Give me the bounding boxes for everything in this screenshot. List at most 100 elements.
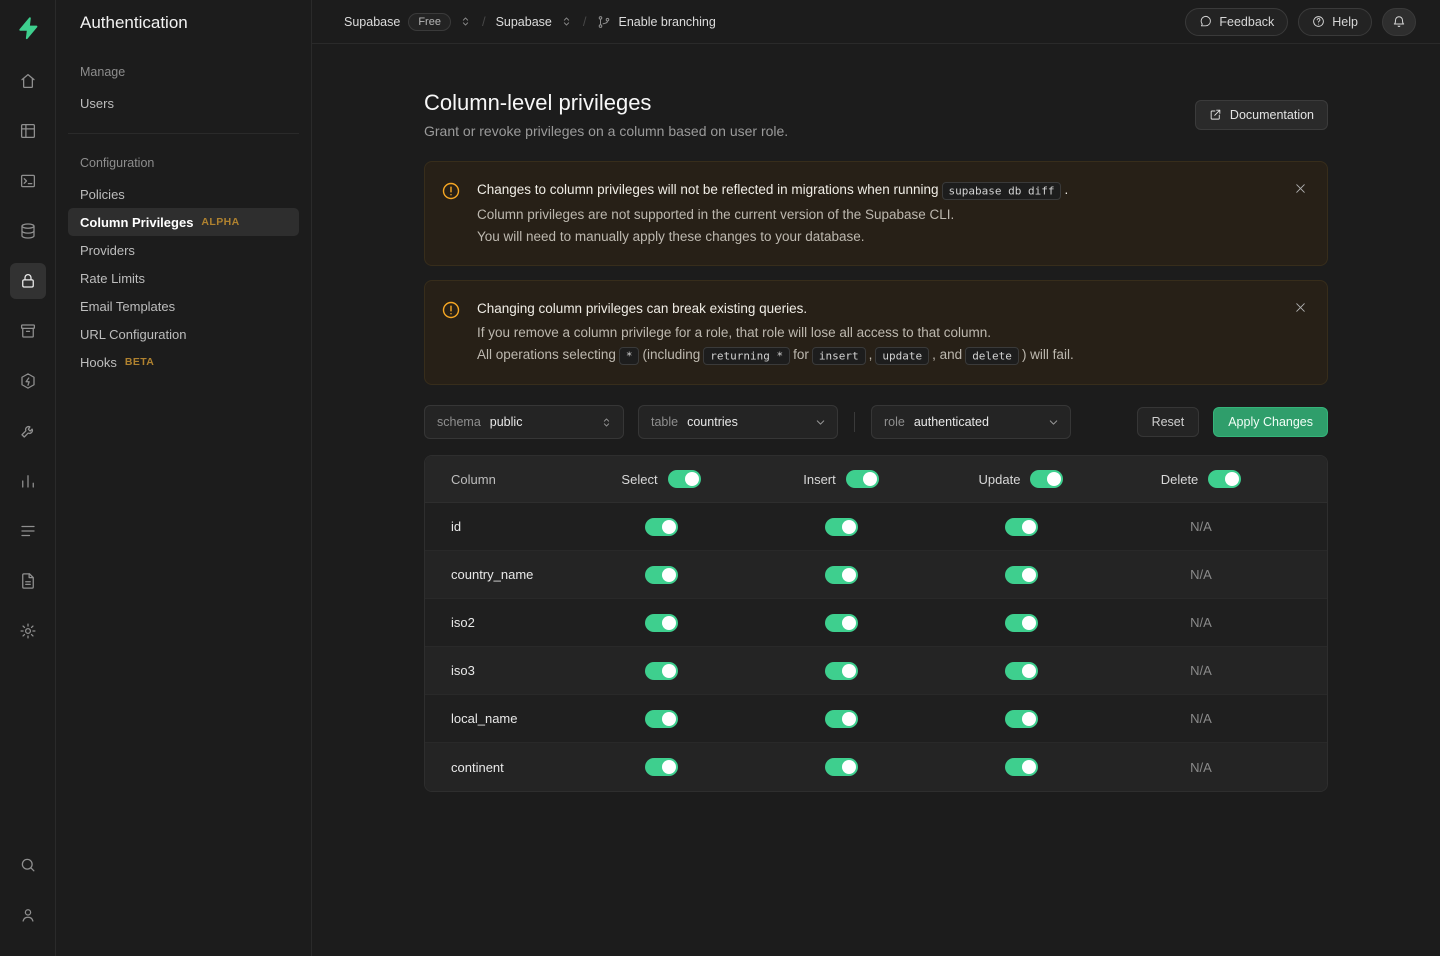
insert-cell: [751, 662, 931, 680]
feedback-button[interactable]: Feedback: [1185, 8, 1288, 36]
role-select[interactable]: role authenticated: [871, 405, 1071, 439]
table-row: country_name N/A: [425, 551, 1327, 599]
apply-changes-button[interactable]: Apply Changes: [1213, 407, 1328, 437]
sidebar-item-column-privileges[interactable]: Column PrivilegesALPHA: [68, 208, 299, 236]
close-banner-button[interactable]: [1287, 175, 1313, 201]
sidebar-item-label: Column Privileges: [80, 215, 193, 230]
sidebar-item-policies[interactable]: Policies: [68, 180, 299, 208]
update-header: Update: [931, 470, 1111, 488]
select-toggle[interactable]: [645, 518, 678, 536]
insert-cell: [751, 758, 931, 776]
insert-toggle[interactable]: [825, 518, 858, 536]
update-cell: [931, 614, 1111, 632]
insert-cell: [751, 566, 931, 584]
logs-icon[interactable]: [10, 513, 46, 549]
project-selector[interactable]: Supabase: [496, 15, 573, 29]
delete-all-toggle[interactable]: [1208, 470, 1241, 488]
banner-title: Changes to column privileges will not be…: [477, 179, 1068, 202]
sidebar-item-email-templates[interactable]: Email Templates: [68, 292, 299, 320]
update-cell: [931, 662, 1111, 680]
documentation-button[interactable]: Documentation: [1195, 100, 1328, 130]
api-docs-icon[interactable]: [10, 563, 46, 599]
table-editor-icon[interactable]: [10, 113, 46, 149]
sql-editor-icon[interactable]: [10, 163, 46, 199]
sidebar-item-label: URL Configuration: [80, 327, 186, 342]
org-selector[interactable]: Supabase Free: [344, 13, 472, 31]
table-select[interactable]: table countries: [638, 405, 838, 439]
alert-circle-icon: [441, 181, 461, 248]
insert-toggle[interactable]: [825, 662, 858, 680]
update-all-toggle[interactable]: [1030, 470, 1063, 488]
banner-line: You will need to manually apply these ch…: [477, 226, 1068, 248]
supabase-logo[interactable]: [10, 10, 46, 46]
reports-icon[interactable]: [10, 463, 46, 499]
search-icon[interactable]: [10, 847, 46, 883]
select-toggle[interactable]: [645, 614, 678, 632]
select-toggle[interactable]: [645, 566, 678, 584]
sidebar-item-label: Providers: [80, 243, 135, 258]
realtime-icon[interactable]: [10, 413, 46, 449]
na-label: N/A: [1190, 760, 1212, 775]
icon-rail: [0, 0, 56, 956]
edge-functions-icon[interactable]: [10, 363, 46, 399]
insert-all-toggle[interactable]: [846, 470, 879, 488]
update-header-label: Update: [979, 472, 1021, 487]
beta-badge: BETA: [125, 356, 154, 368]
insert-toggle[interactable]: [825, 614, 858, 632]
code-chip: insert: [812, 347, 866, 365]
storage-icon[interactable]: [10, 313, 46, 349]
select-cell: [571, 710, 751, 728]
user-icon[interactable]: [10, 897, 46, 933]
notifications-button[interactable]: [1382, 8, 1416, 36]
select-toggle[interactable]: [645, 710, 678, 728]
authentication-icon[interactable]: [10, 263, 46, 299]
settings-icon[interactable]: [10, 613, 46, 649]
select-toggle[interactable]: [645, 662, 678, 680]
sidebar-item-rate-limits[interactable]: Rate Limits: [68, 264, 299, 292]
update-toggle[interactable]: [1005, 662, 1038, 680]
help-circle-icon: [1312, 15, 1325, 28]
page-content: Column-level privileges Grant or revoke …: [424, 44, 1328, 852]
close-icon: [1294, 301, 1307, 314]
select-all-toggle[interactable]: [668, 470, 701, 488]
insert-toggle[interactable]: [825, 710, 858, 728]
column-name-cell: id: [425, 519, 571, 534]
alert-circle-icon: [441, 300, 461, 367]
update-toggle[interactable]: [1005, 614, 1038, 632]
enable-branching-button[interactable]: Enable branching: [597, 15, 716, 29]
insert-toggle[interactable]: [825, 566, 858, 584]
sidebar-item-label: Rate Limits: [80, 271, 145, 286]
help-button[interactable]: Help: [1298, 8, 1372, 36]
update-toggle[interactable]: [1005, 566, 1038, 584]
column-header: Column: [425, 472, 571, 487]
sidebar-item-providers[interactable]: Providers: [68, 236, 299, 264]
update-toggle[interactable]: [1005, 710, 1038, 728]
database-icon[interactable]: [10, 213, 46, 249]
home-icon[interactable]: [10, 63, 46, 99]
table-value: countries: [687, 415, 738, 429]
column-name-cell: country_name: [425, 567, 571, 582]
content-scroll: Column-level privileges Grant or revoke …: [312, 44, 1440, 956]
external-link-icon: [1209, 108, 1222, 121]
close-banner-button[interactable]: [1287, 294, 1313, 320]
sidebar-item-users[interactable]: Users: [68, 89, 299, 117]
update-cell: [931, 710, 1111, 728]
schema-value: public: [490, 415, 523, 429]
feedback-label: Feedback: [1219, 15, 1274, 29]
sidebar-item-url-configuration[interactable]: URL Configuration: [68, 320, 299, 348]
vertical-divider: [854, 412, 855, 432]
select-toggle[interactable]: [645, 758, 678, 776]
app-root: Authentication Manage Users Configuratio…: [0, 0, 1440, 956]
sidebar-item-hooks[interactable]: HooksBETA: [68, 348, 299, 376]
update-toggle[interactable]: [1005, 758, 1038, 776]
plan-badge: Free: [408, 13, 451, 31]
table-row: id N/A: [425, 503, 1327, 551]
insert-toggle[interactable]: [825, 758, 858, 776]
column-name-cell: iso3: [425, 663, 571, 678]
schema-select[interactable]: schema public: [424, 405, 624, 439]
org-name: Supabase: [344, 15, 400, 29]
update-toggle[interactable]: [1005, 518, 1038, 536]
reset-button[interactable]: Reset: [1137, 407, 1200, 437]
select-header-label: Select: [621, 472, 657, 487]
na-label: N/A: [1190, 663, 1212, 678]
